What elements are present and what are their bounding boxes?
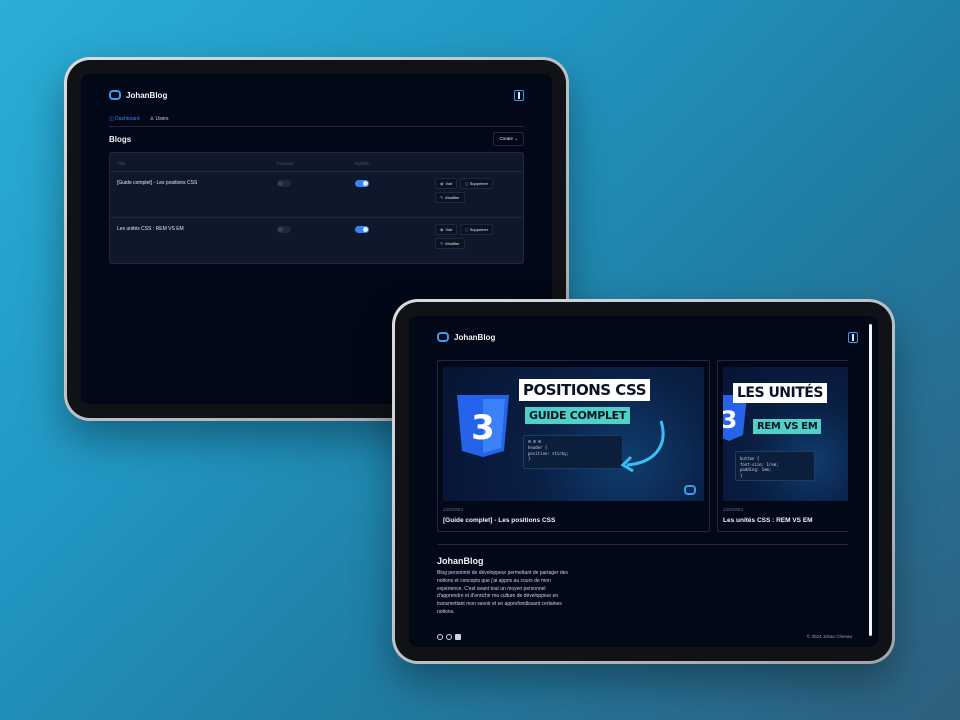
card-thumbnail: 3 LES UNITÉS REM VS EM button { font-siz…	[723, 367, 848, 501]
row-preview-cell	[277, 178, 355, 187]
tablet-blog: JohanBlog 3 POSITIONS CSS GUIDE COMPLET	[392, 299, 895, 664]
card-date: 1/22/2024	[723, 507, 744, 512]
view-button[interactable]: ◉ Voir	[435, 224, 458, 235]
website-icon[interactable]	[437, 634, 443, 640]
card-title[interactable]: Les unités CSS : REM VS EM	[723, 517, 813, 524]
publish-toggle[interactable]	[355, 226, 369, 233]
card-title[interactable]: [Guide complet] - Les positions CSS	[443, 517, 555, 524]
code-line: }	[740, 472, 743, 478]
social-links	[437, 634, 461, 640]
pencil-icon: ✎	[440, 241, 444, 246]
blog-screen: JohanBlog 3 POSITIONS CSS GUIDE COMPLET	[409, 316, 878, 647]
view-label: Voir	[445, 227, 453, 232]
view-button[interactable]: ◉ Voir	[435, 178, 458, 189]
logo-icon	[684, 485, 696, 495]
dashboard-header: JohanBlog	[109, 88, 524, 102]
code-line: }	[528, 456, 531, 462]
blogs-section-header: Blogs Create ⌄	[109, 132, 524, 146]
delete-label: Supprimer	[469, 227, 489, 232]
edit-button[interactable]: ✎ Modifier	[435, 192, 465, 203]
delete-button[interactable]: ▯ Supprimer	[460, 224, 494, 235]
view-label: Voir	[445, 181, 453, 186]
create-button-label: Create	[499, 136, 513, 141]
row-actions: ◉ Voir ▯ Supprimer ✎ Modifier	[435, 178, 515, 203]
edit-label: Modifier	[445, 241, 460, 246]
delete-button[interactable]: ▯ Supprimer	[460, 178, 494, 189]
column-publish: Publish	[355, 161, 370, 166]
brand-name: JohanBlog	[126, 90, 168, 100]
blog-header: JohanBlog	[437, 330, 858, 344]
brand-link[interactable]: JohanBlog	[109, 90, 167, 100]
row-publish-cell	[355, 224, 435, 233]
nav-dashboard-label: Dashboard	[115, 116, 140, 122]
eye-icon: ◉	[440, 181, 444, 186]
svg-text:3: 3	[471, 408, 495, 448]
row-preview-cell	[277, 224, 355, 233]
delete-label: Supprimer	[469, 181, 489, 186]
nav-users-label: Users	[155, 116, 169, 122]
logo-icon	[109, 90, 121, 100]
thumbnail-title: POSITIONS CSS	[519, 379, 650, 401]
blog-card[interactable]: 3 POSITIONS CSS GUIDE COMPLET header { p…	[437, 360, 710, 532]
code-snippet: button { font-size: 1rem; padding: 1em; …	[735, 451, 815, 481]
theme-toggle-button[interactable]	[848, 331, 858, 343]
pencil-icon: ✎	[440, 195, 444, 200]
dashboard-nav: ◫ Dashboard ♙ Users	[109, 116, 524, 127]
section-title: Blogs	[109, 134, 132, 144]
footer-description: Blog personnel de développeur permettant…	[437, 570, 568, 615]
blog-card[interactable]: 3 LES UNITÉS REM VS EM button { font-siz…	[717, 360, 848, 532]
footer-brand: JohanBlog	[437, 556, 484, 566]
column-preview: Preview	[277, 161, 294, 166]
footer-divider	[437, 544, 848, 545]
row-title: [Guide complet] - Les positions CSS	[117, 180, 198, 186]
nav-dashboard[interactable]: ◫ Dashboard	[109, 116, 140, 122]
thumbnail-title: LES UNITÉS	[733, 383, 827, 403]
preview-toggle[interactable]	[277, 180, 291, 187]
preview-toggle[interactable]	[277, 226, 291, 233]
code-snippet: header { position: sticky; }	[523, 435, 623, 469]
blog-cards: 3 POSITIONS CSS GUIDE COMPLET header { p…	[437, 360, 848, 534]
css3-shield-icon: 3	[457, 395, 509, 457]
trash-icon: ▯	[465, 181, 468, 186]
chevron-down-icon: ⌄	[514, 136, 518, 141]
copyright: © 2024 Johan Chenau	[806, 634, 852, 639]
brand-link[interactable]: JohanBlog	[437, 332, 495, 342]
edit-label: Modifier	[445, 195, 460, 200]
scrollbar[interactable]	[869, 324, 872, 636]
curved-arrow-icon	[620, 420, 665, 473]
publish-toggle[interactable]	[355, 180, 369, 187]
thumbnail-subtitle: REM VS EM	[753, 419, 822, 434]
brand-name: JohanBlog	[454, 332, 496, 342]
row-title: Les unités CSS : REM VS EM	[117, 226, 184, 232]
github-icon[interactable]	[446, 634, 452, 640]
card-thumbnail: 3 POSITIONS CSS GUIDE COMPLET header { p…	[443, 367, 704, 501]
logo-icon	[437, 332, 449, 342]
nav-users[interactable]: ♙ Users	[150, 116, 169, 122]
create-button[interactable]: Create ⌄	[493, 132, 524, 146]
table-row: [Guide complet] - Les positions CSS ◉ Voi…	[110, 172, 523, 218]
theme-toggle-button[interactable]	[514, 89, 524, 101]
table-header: Title Preview Publish	[110, 153, 523, 172]
card-date: 1/22/2024	[443, 507, 464, 512]
window-dots	[528, 440, 618, 443]
row-actions: ◉ Voir ▯ Supprimer ✎ Modifier	[435, 224, 515, 249]
row-publish-cell	[355, 178, 435, 187]
blogs-table: Title Preview Publish [Guide complet] - …	[109, 152, 524, 264]
linkedin-icon[interactable]	[455, 634, 461, 640]
trash-icon: ▯	[465, 227, 468, 232]
svg-text:3: 3	[723, 406, 737, 434]
tablet-bezel: JohanBlog 3 POSITIONS CSS GUIDE COMPLET	[395, 302, 892, 661]
table-row: Les unités CSS : REM VS EM ◉ Voir ▯ Suppri…	[110, 218, 523, 264]
column-title: Title	[117, 161, 126, 166]
eye-icon: ◉	[440, 227, 444, 232]
edit-button[interactable]: ✎ Modifier	[435, 238, 465, 249]
